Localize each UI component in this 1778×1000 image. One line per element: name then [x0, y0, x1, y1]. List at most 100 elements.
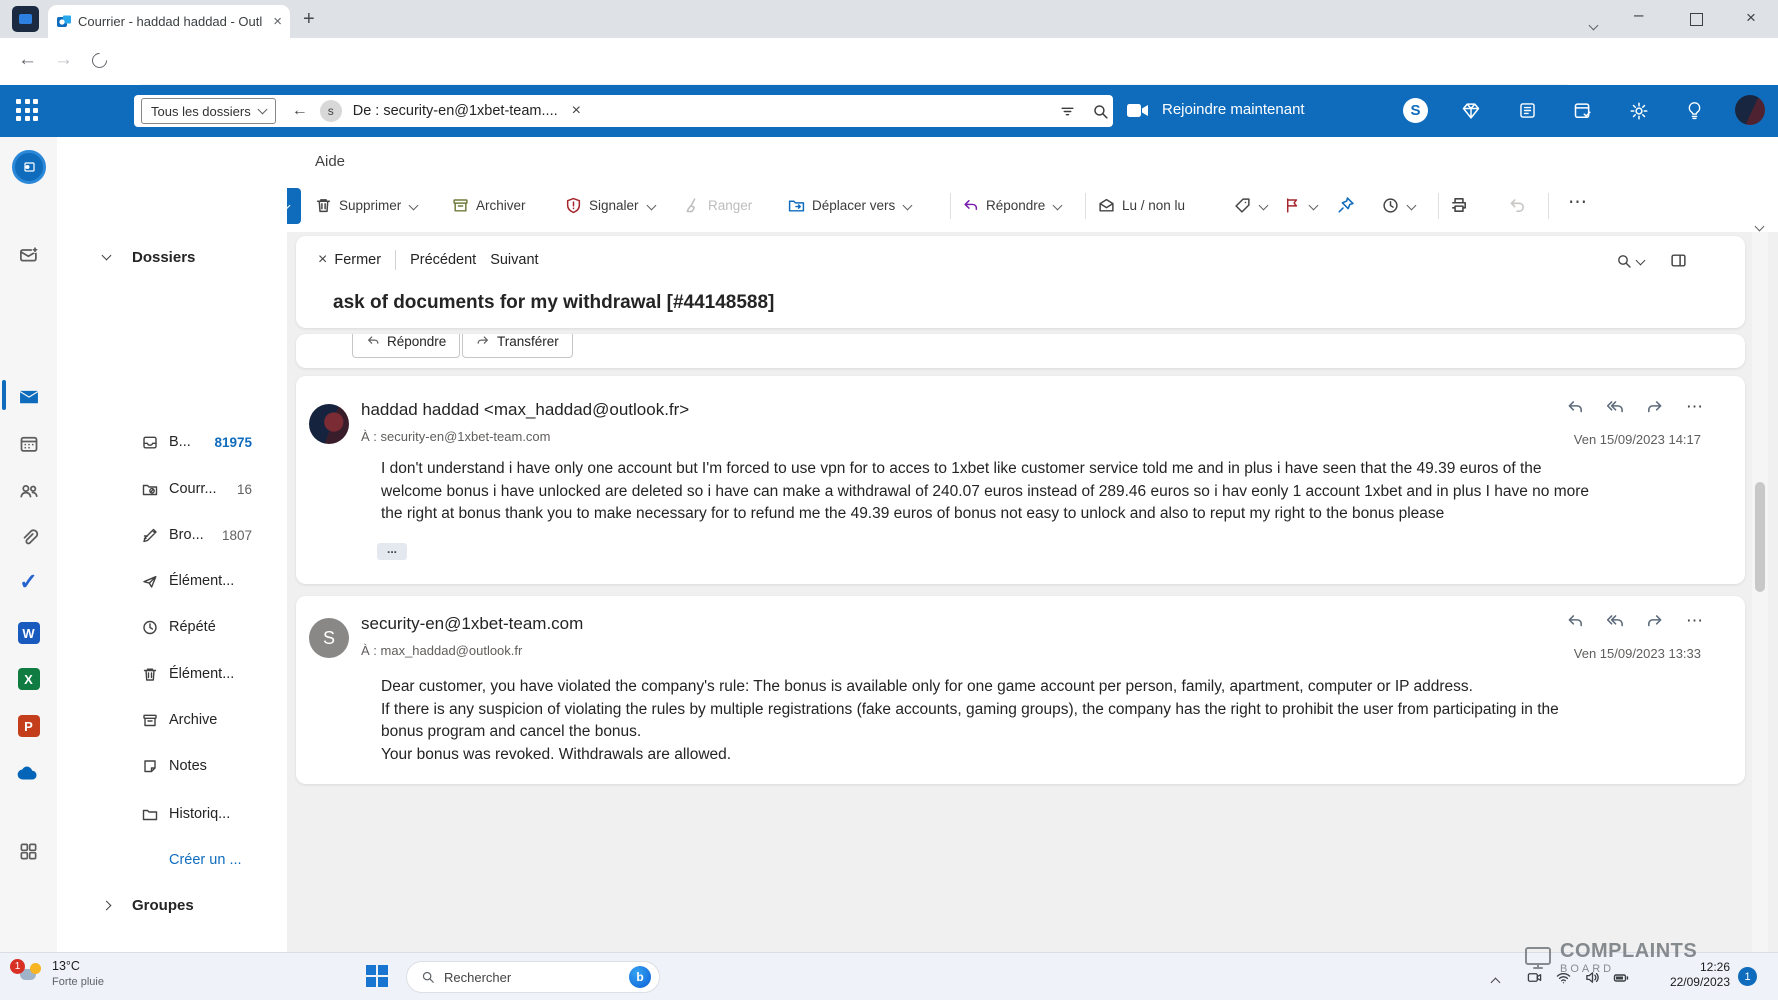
create-folder-link[interactable]: Créer un ... — [57, 840, 287, 880]
my-day-calendar-icon[interactable] — [1573, 101, 1593, 121]
meet-camera-icon[interactable] — [1127, 103, 1149, 118]
notification-badge[interactable]: 1 — [1738, 967, 1757, 986]
search-clear-icon[interactable]: × — [572, 102, 581, 120]
weather-desc[interactable]: Forte pluie — [52, 976, 104, 988]
premium-diamond-icon[interactable] — [1461, 101, 1481, 121]
folders-section-header[interactable]: Dossiers — [57, 237, 287, 277]
back-button[interactable]: ← — [18, 50, 37, 69]
forward-button[interactable]: → — [54, 50, 73, 69]
account-avatar[interactable] — [1735, 95, 1765, 125]
rail-new-mail-icon[interactable] — [0, 238, 57, 272]
more-options-icon[interactable]: ⋯ — [1686, 612, 1703, 629]
sender-avatar-photo[interactable] — [309, 404, 349, 444]
folder-item-deleted[interactable]: Élément... — [57, 654, 287, 694]
delete-button[interactable]: Supprimer — [315, 197, 419, 214]
forward-icon[interactable] — [1646, 398, 1664, 416]
read-unread-button[interactable]: Lu / non lu — [1098, 197, 1185, 214]
next-button[interactable]: Suivant — [490, 252, 538, 268]
rail-powerpoint-icon[interactable]: P — [0, 709, 57, 743]
reply-pill-button[interactable]: Répondre — [352, 334, 461, 358]
browser-tab[interactable]: Courrier - haddad haddad - Outl × — [48, 5, 290, 38]
search-bar[interactable]: Tous les dossiers ← s De : security-en@1… — [134, 95, 1113, 127]
move-to-button[interactable]: Déplacer vers — [788, 197, 913, 214]
tips-lightbulb-icon[interactable] — [1685, 101, 1704, 120]
search-back-icon[interactable]: ← — [292, 102, 308, 120]
forward-pill-button[interactable]: Transférer — [462, 334, 573, 358]
reply-icon[interactable] — [1566, 612, 1584, 630]
reply-all-icon[interactable] — [1606, 398, 1624, 416]
tab-close-icon[interactable]: × — [273, 13, 282, 30]
message-subject: ask of documents for my withdrawal [#441… — [333, 292, 775, 313]
tab-aide[interactable]: Aide — [315, 153, 345, 170]
rail-people-icon[interactable] — [0, 474, 57, 508]
rail-onedrive-icon[interactable] — [0, 755, 57, 789]
app-launcher-icon[interactable] — [16, 99, 38, 121]
reading-pane-layout-icon[interactable] — [1670, 252, 1687, 269]
scrollbar-track[interactable] — [1752, 232, 1768, 952]
reply-icon[interactable] — [1566, 398, 1584, 416]
taskbar: 1 13°C Forte pluie Rechercher b B W ▶ ▲ … — [0, 952, 1778, 1000]
reply-button[interactable]: Répondre — [962, 197, 1063, 214]
reply-all-icon[interactable] — [1606, 612, 1624, 630]
junk-folder-icon — [142, 484, 158, 495]
new-tab-button[interactable]: + — [303, 8, 315, 31]
open-envelope-icon — [1099, 198, 1114, 212]
window-close-button[interactable]: × — [1746, 8, 1756, 28]
show-more-button[interactable]: ... — [377, 543, 407, 560]
rail-mail-icon[interactable] — [0, 380, 57, 414]
rail-outlook-badge[interactable] — [0, 150, 57, 184]
folder-item-archive[interactable]: Archive — [57, 700, 287, 740]
folder-item-sent[interactable]: Élément... — [57, 561, 287, 601]
folder-item-notes[interactable]: Notes — [57, 746, 287, 786]
rail-more-apps-icon[interactable] — [0, 834, 57, 868]
folder-item-history[interactable]: Historiq... — [57, 794, 287, 834]
forward-pill-label: Transférer — [497, 334, 559, 349]
sender-line: security-en@1xbet-team.com — [361, 614, 584, 633]
previous-button[interactable]: Précédent — [410, 252, 476, 268]
tab-search-icon[interactable] — [1588, 16, 1599, 34]
search-filter-icon[interactable] — [1059, 103, 1076, 120]
print-button[interactable] — [1450, 196, 1468, 214]
folder-item-inbox[interactable]: B... 81975 — [57, 422, 287, 462]
rail-attachments-icon[interactable] — [0, 521, 57, 555]
taskbar-search-box[interactable]: Rechercher b — [406, 961, 660, 993]
search-icon[interactable] — [1092, 103, 1109, 120]
pin-button[interactable] — [1337, 196, 1355, 214]
sender-avatar-initial[interactable]: S — [309, 618, 349, 658]
flag-button[interactable] — [1284, 197, 1319, 214]
archive-button[interactable]: Archiver — [452, 197, 526, 214]
folder-item-drafts[interactable]: Bro... 1807 — [57, 515, 287, 555]
sweep-button-disabled[interactable]: Ranger — [684, 197, 752, 214]
outlook-favicon — [57, 15, 71, 27]
rail-todo-icon[interactable]: ✓ — [0, 565, 57, 599]
weather-temp[interactable]: 13°C — [52, 959, 80, 973]
more-actions-button[interactable]: ⋯ — [1568, 191, 1587, 214]
rail-calendar-icon[interactable] — [0, 427, 57, 461]
join-now-link[interactable]: Rejoindre maintenant — [1162, 101, 1305, 118]
settings-gear-icon[interactable] — [1629, 101, 1649, 121]
scrollbar-thumb[interactable] — [1755, 482, 1765, 592]
feed-icon[interactable] — [1518, 101, 1537, 120]
reload-button[interactable] — [88, 49, 111, 72]
categorize-button[interactable] — [1234, 197, 1269, 214]
weather-widget-icon[interactable]: 1 — [10, 959, 46, 995]
folder-item-scheduled[interactable]: Répété — [57, 607, 287, 647]
search-query-text[interactable]: De : security-en@1xbet-team.... — [353, 103, 558, 119]
undo-button-disabled[interactable] — [1508, 196, 1526, 214]
close-message-button[interactable]: × Fermer — [318, 251, 381, 269]
search-scope-dropdown[interactable]: Tous les dossiers — [141, 98, 276, 124]
rail-word-icon[interactable]: W — [0, 616, 57, 650]
groups-section-header[interactable]: Groupes — [57, 885, 287, 925]
skype-icon[interactable]: S — [1403, 98, 1428, 123]
folder-item-junk[interactable]: Courr... 16 — [57, 469, 287, 509]
more-options-icon[interactable]: ⋯ — [1686, 398, 1703, 415]
start-button[interactable] — [366, 965, 388, 987]
forward-icon[interactable] — [1646, 612, 1664, 630]
window-maximize-button[interactable] — [1690, 13, 1703, 26]
zoom-button[interactable] — [1616, 253, 1646, 269]
snooze-button[interactable] — [1382, 197, 1417, 214]
report-button[interactable]: Signaler — [565, 197, 656, 214]
tray-chevron-up-icon[interactable] — [1490, 973, 1501, 991]
rail-excel-icon[interactable]: X — [0, 662, 57, 696]
window-minimize-button[interactable]: – — [1634, 5, 1643, 25]
